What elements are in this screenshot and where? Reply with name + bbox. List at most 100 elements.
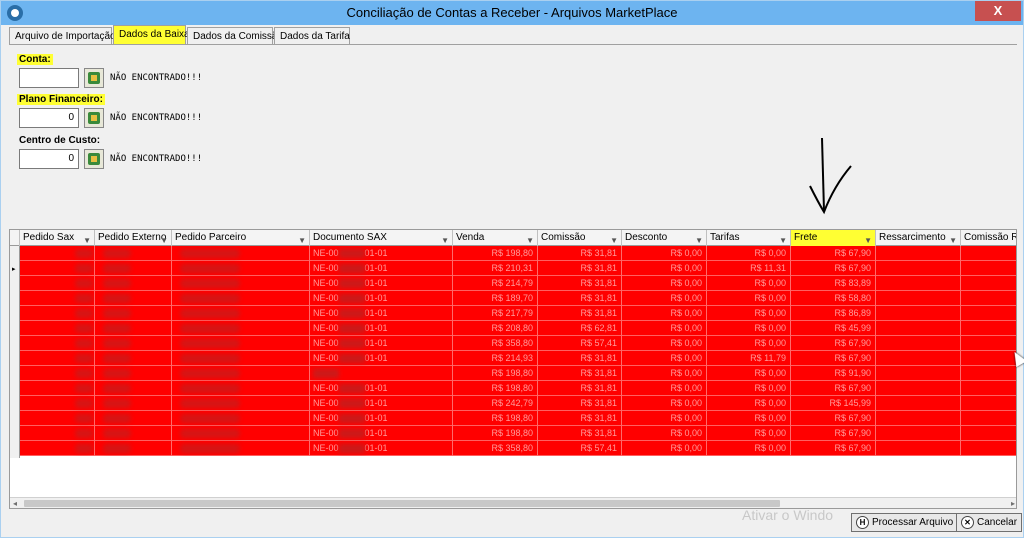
column-header-ressarcimento[interactable]: Ressarcimento ▼ (876, 230, 961, 246)
cell-venda: R$ 198,80 (453, 246, 538, 261)
table-row[interactable]: NE-00 01-01 R$ 210,31 R$ 31,81 R$ 0,00 R$ 11,… (20, 261, 1016, 276)
table-row[interactable]: NE-00 01-01 R$ 198,80 R$ 31,81 R$ 0,00 R$ 0,0… (20, 426, 1016, 441)
table-row[interactable]: NE-00 01-01 R$ 242,79 R$ 31,81 R$ 0,00 R$ 0,0… (20, 396, 1016, 411)
empty-cell (876, 336, 961, 351)
scrollbar-thumb[interactable] (24, 500, 780, 507)
cell-comissao: R$ 31,81 (538, 366, 622, 381)
cell-documento-sax (310, 366, 453, 381)
redacted-fragment (338, 399, 365, 409)
cell-tarifas: R$ 0,00 (707, 246, 791, 261)
redacted-cell (95, 321, 172, 336)
cell-tarifas: R$ 0,00 (707, 321, 791, 336)
filter-icon[interactable]: ▼ (695, 233, 703, 246)
scroll-right-icon[interactable]: ▸ (1011, 498, 1015, 508)
column-header-frete[interactable]: Frete ▼ (791, 230, 876, 246)
plano-financeiro-lookup-icon[interactable] (84, 108, 104, 128)
empty-cell (876, 306, 961, 321)
column-header-comissao-ress[interactable]: Comissão Ress (961, 230, 1016, 246)
empty-cell (961, 336, 1016, 351)
cell-tarifas: R$ 0,00 (707, 291, 791, 306)
redacted-cell (95, 351, 172, 366)
cell-venda: R$ 208,80 (453, 321, 538, 336)
filter-icon[interactable]: ▼ (864, 233, 872, 246)
conta-field[interactable] (19, 68, 79, 88)
table-row[interactable]: NE-00 01-01 R$ 198,80 R$ 31,81 R$ 0,00 R$ 0,0… (20, 246, 1016, 261)
table-row[interactable]: NE-00 01-01 R$ 358,80 R$ 57,41 R$ 0,00 R$ 0,0… (20, 441, 1016, 456)
cell-desconto: R$ 0,00 (622, 306, 707, 321)
column-header-pedido-parceiro[interactable]: Pedido Parceiro ▼ (172, 230, 310, 246)
redacted-cell (172, 291, 310, 306)
redacted-cell (95, 411, 172, 426)
column-header-venda[interactable]: Venda ▼ (453, 230, 538, 246)
redacted-cell (172, 276, 310, 291)
table-row[interactable]: NE-00 01-01 R$ 217,79 R$ 31,81 R$ 0,00 R$ 0,0… (20, 306, 1016, 321)
redacted-cell (172, 381, 310, 396)
redacted-cell (20, 321, 95, 336)
column-header-tarifas[interactable]: Tarifas ▼ (707, 230, 791, 246)
table-row[interactable]: NE-00 01-01 R$ 358,80 R$ 57,41 R$ 0,00 R$ 0,0… (20, 336, 1016, 351)
scroll-left-icon[interactable]: ◂ (13, 498, 17, 508)
table-row[interactable]: NE-00 01-01 R$ 198,80 R$ 31,81 R$ 0,00 R$ 0,0… (20, 411, 1016, 426)
centro-custo-field[interactable]: 0 (19, 149, 79, 169)
redacted-fragment (313, 369, 339, 379)
empty-cell (876, 246, 961, 261)
empty-cell (876, 396, 961, 411)
empty-cell (961, 261, 1016, 276)
cell-venda: R$ 358,80 (453, 441, 538, 456)
redacted-cell (95, 291, 172, 306)
cancel-button[interactable]: ✕ Cancelar (956, 513, 1023, 532)
filter-icon[interactable]: ▼ (441, 233, 449, 246)
filter-icon[interactable]: ▼ (610, 233, 618, 246)
table-row[interactable]: NE-00 01-01 R$ 214,79 R$ 31,81 R$ 0,00 R$ 0,0… (20, 276, 1016, 291)
column-header-pedido-sax[interactable]: Pedido Sax ▼ (20, 230, 95, 246)
tab-dados-tarifa[interactable]: Dados da Tarifa (274, 27, 350, 45)
current-row-indicator-icon: ▸ (12, 266, 16, 273)
close-button[interactable]: X (975, 1, 1021, 21)
column-header-desconto[interactable]: Desconto ▼ (622, 230, 707, 246)
column-header-comissao[interactable]: Comissão ▼ (538, 230, 622, 246)
cell-documento-sax: NE-00 01-01 (310, 276, 453, 291)
table-row[interactable]: NE-00 01-01 R$ 208,80 R$ 62,81 R$ 0,00 R$ 0,0… (20, 321, 1016, 336)
cell-desconto: R$ 0,00 (622, 381, 707, 396)
tab-dados-comissao[interactable]: Dados da Comissão (187, 27, 283, 45)
empty-cell (961, 276, 1016, 291)
redacted-fragment (338, 444, 365, 454)
redacted-cell (20, 411, 95, 426)
filter-icon[interactable]: ▼ (949, 233, 957, 246)
table-row[interactable]: NE-00 01-01 R$ 189,70 R$ 31,81 R$ 0,00 R$ 0,0… (20, 291, 1016, 306)
redacted-cell (95, 366, 172, 381)
redacted-cell (172, 351, 310, 366)
empty-cell (876, 351, 961, 366)
centro-custo-lookup-icon[interactable] (84, 149, 104, 169)
table-row[interactable]: R$ 198,80 R$ 31,81 R$ 0,00 R$ 0,00 R$ 91,90 (20, 366, 1016, 381)
table-row[interactable]: NE-00 01-01 R$ 198,80 R$ 31,81 R$ 0,00 R$ 0,0… (20, 381, 1016, 396)
cell-frete: R$ 67,90 (791, 246, 876, 261)
tab-arquivo-importacao[interactable]: Arquivo de Importação (9, 27, 116, 45)
table-row[interactable]: NE-00 01-01 R$ 214,93 R$ 31,81 R$ 0,00 R$ 11,… (20, 351, 1016, 366)
cell-tarifas: R$ 0,00 (707, 426, 791, 441)
filter-icon[interactable]: ▼ (83, 233, 91, 246)
cell-tarifas: R$ 0,00 (707, 336, 791, 351)
redacted-cell (95, 396, 172, 411)
tab-dados-baixa[interactable]: Dados da Baixa (113, 25, 190, 45)
cell-comissao: R$ 31,81 (538, 246, 622, 261)
redacted-cell (20, 426, 95, 441)
horizontal-scrollbar[interactable]: ◂ ▸ (10, 497, 1016, 508)
cell-desconto: R$ 0,00 (622, 246, 707, 261)
filter-icon[interactable]: ▼ (160, 233, 168, 246)
column-header-documento-sax[interactable]: Documento SAX ▼ (310, 230, 453, 246)
empty-cell (876, 381, 961, 396)
filter-icon[interactable]: ▼ (298, 233, 306, 246)
plano-financeiro-field[interactable]: 0 (19, 108, 79, 128)
main-window: Conciliação de Contas a Receber - Arquiv… (0, 0, 1024, 538)
filter-icon[interactable]: ▼ (526, 233, 534, 246)
column-header-pedido-externo[interactable]: Pedido Externo ▼ (95, 230, 172, 246)
arrow-annotation-icon (809, 137, 852, 215)
redacted-cell (172, 306, 310, 321)
cell-frete: R$ 58,80 (791, 291, 876, 306)
process-file-button[interactable]: H Processar Arquivo (851, 513, 959, 532)
filter-icon[interactable]: ▼ (779, 233, 787, 246)
conta-lookup-icon[interactable] (84, 68, 104, 88)
redacted-cell (172, 246, 310, 261)
cell-frete: R$ 86,89 (791, 306, 876, 321)
